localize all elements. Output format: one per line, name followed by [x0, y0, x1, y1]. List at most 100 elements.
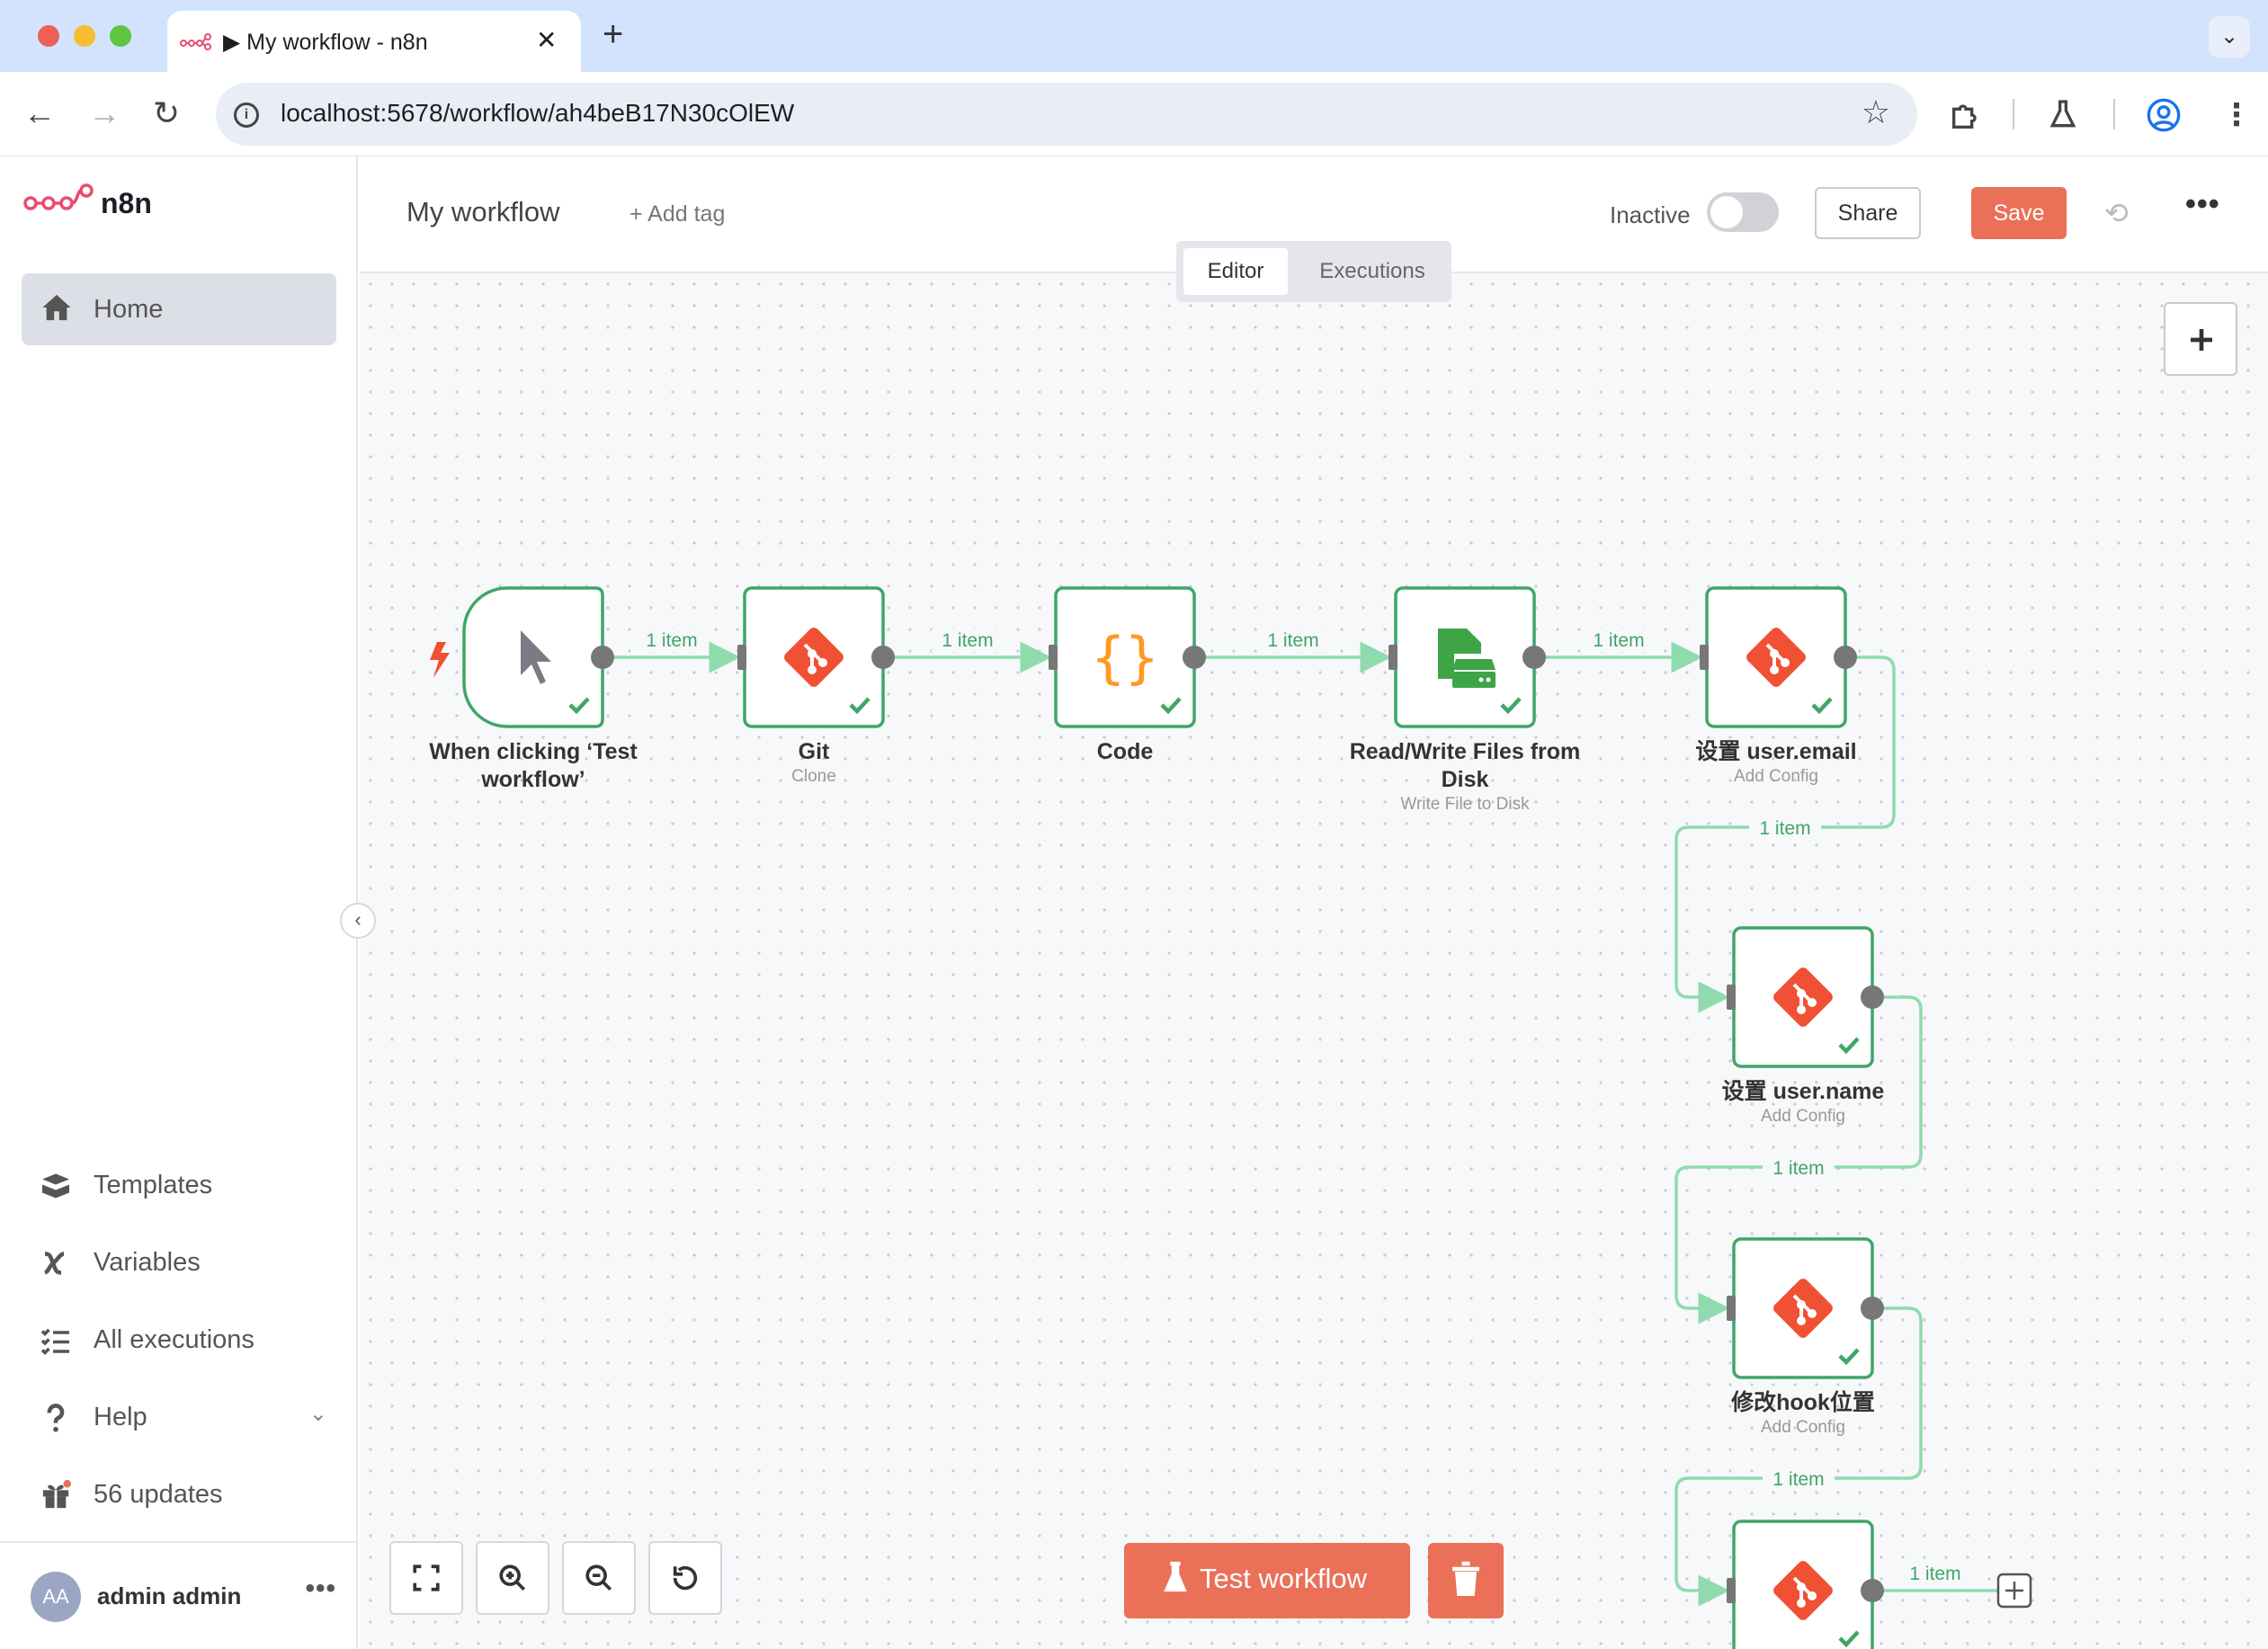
input-handle[interactable] [1049, 645, 1058, 670]
url-text[interactable]: localhost:5678/workflow/ah4beB17N30cOlEW [281, 99, 794, 128]
brand-name: n8n [101, 187, 152, 219]
output-handle[interactable] [591, 646, 614, 669]
extensions-icon[interactable] [1948, 97, 1984, 133]
reset-zoom-button[interactable] [648, 1541, 722, 1615]
add-node-button[interactable] [2164, 302, 2237, 376]
workflow-node-git-commit[interactable] [1727, 1520, 1884, 1649]
tab-editor[interactable]: Editor [1183, 248, 1288, 295]
test-workflow-button[interactable]: Test workflow [1124, 1543, 1410, 1618]
trigger-bolt-icon [430, 642, 450, 678]
connection-label: 1 item [1759, 818, 1810, 839]
node-name: Disk [1442, 767, 1489, 792]
browser-tab[interactable]: ▶ My workflow - n8n ✕ [167, 11, 581, 72]
templates-icon [42, 1173, 69, 1199]
reset-icon [673, 1565, 698, 1591]
toggle-knob [1710, 196, 1743, 228]
gift-icon [42, 1480, 71, 1509]
test-workflow-label: Test workflow [1200, 1563, 1368, 1594]
save-button[interactable]: Save [1971, 187, 2067, 239]
tab-title: ▶ My workflow - n8n [223, 30, 428, 55]
browser-menu-icon[interactable]: ⋮ [2221, 97, 2252, 133]
input-handle[interactable] [1727, 1578, 1736, 1603]
connection-label: 1 item [942, 630, 993, 651]
share-button[interactable]: Share [1815, 187, 1921, 239]
node-name: 设置 user.name [1722, 1079, 1885, 1104]
browser-tab-bar: ▶ My workflow - n8n ✕ + ⌄ [0, 0, 2268, 72]
profile-icon[interactable] [2146, 97, 2182, 133]
node-subtitle: Add Config [1734, 767, 1818, 786]
node-name: When clicking ‘Test [429, 739, 638, 764]
close-tab-icon[interactable]: ✕ [536, 25, 557, 55]
add-next-node-button[interactable] [1996, 1573, 2032, 1609]
history-icon[interactable]: ⟲ [2104, 196, 2129, 230]
clear-execution-button[interactable] [1428, 1543, 1504, 1618]
node-subtitle: Write File to Disk [1400, 795, 1530, 814]
sidebar-item-updates[interactable]: 56 updates [40, 1473, 327, 1518]
node-name: Read/Write Files from [1350, 739, 1581, 764]
bookmark-star-icon[interactable]: ☆ [1862, 94, 1890, 131]
new-tab-button[interactable]: + [603, 14, 623, 54]
output-handle[interactable] [1522, 646, 1546, 669]
forward-button[interactable]: → [88, 94, 121, 133]
output-handle[interactable] [1183, 646, 1206, 669]
sidebar-item-templates[interactable]: Templates [40, 1163, 327, 1208]
output-handle[interactable] [1861, 985, 1884, 1009]
avatar[interactable]: AA [31, 1572, 81, 1622]
back-button[interactable]: ← [23, 94, 56, 133]
workflow-node-code[interactable]: {} [1049, 586, 1206, 728]
user-menu[interactable]: AA admin admin ••• [31, 1568, 336, 1626]
sidebar-item-variables[interactable]: Variables [40, 1241, 327, 1286]
output-handle[interactable] [1861, 1579, 1884, 1602]
workflow-node-git-hook[interactable] [1727, 1237, 1884, 1379]
input-handle[interactable] [1388, 645, 1397, 670]
sidebar-item-all-executions[interactable]: All executions [40, 1318, 327, 1363]
zoom-in-button[interactable] [476, 1541, 549, 1615]
address-bar[interactable]: i localhost:5678/workflow/ah4beB17N30cOl… [216, 83, 1917, 146]
sidebar-item-home[interactable]: Home [22, 273, 336, 345]
node-name: 设置 user.email [1695, 739, 1856, 764]
collapse-sidebar-button[interactable]: ‹ [340, 903, 376, 939]
close-window-button[interactable] [38, 25, 59, 47]
connection-label: 1 item [1593, 630, 1644, 651]
sidebar-item-help[interactable]: Help ⌄ [40, 1395, 327, 1440]
active-toggle[interactable] [1707, 192, 1779, 232]
reload-button[interactable]: ↻ [153, 94, 180, 133]
output-handle[interactable] [1834, 646, 1857, 669]
workflow-node-git-clone[interactable] [737, 586, 895, 728]
fit-view-icon [413, 1564, 440, 1591]
workflow-canvas[interactable]: 1 item 1 item 1 item 1 item 1 item 1 item 1 it… [360, 273, 2268, 1649]
output-handle[interactable] [1861, 1297, 1884, 1320]
sidebar-item-label: Help [94, 1403, 147, 1431]
tab-executions[interactable]: Executions [1300, 248, 1444, 295]
input-handle[interactable] [1727, 1296, 1736, 1321]
svg-text:{}: {} [1092, 625, 1159, 691]
connection-label: 1 item [1267, 630, 1318, 651]
executions-icon [40, 1328, 69, 1356]
input-handle[interactable] [737, 645, 746, 670]
active-status-label: Inactive [1610, 201, 1691, 228]
input-handle[interactable] [1727, 985, 1736, 1010]
workflow-node-trigger[interactable] [462, 586, 614, 728]
minimize-window-button[interactable] [74, 25, 95, 47]
add-tag-button[interactable]: + Add tag [630, 201, 725, 227]
workflow-name[interactable]: My workflow [406, 196, 560, 228]
sidebar-item-label: Variables [94, 1248, 201, 1277]
user-more-icon[interactable]: ••• [305, 1573, 336, 1604]
input-handle[interactable] [1700, 645, 1709, 670]
workflow-node-git-email[interactable] [1700, 586, 1857, 728]
chevron-down-icon: ⌄ [308, 1402, 327, 1426]
labs-flask-icon[interactable] [2045, 97, 2081, 133]
zoom-to-fit-button[interactable] [389, 1541, 463, 1615]
connection-label: 1 item [1772, 1469, 1824, 1490]
zoom-out-button[interactable] [562, 1541, 636, 1615]
workflow-node-files[interactable] [1388, 586, 1546, 728]
n8n-app: n8n Home Templates Variables All executi… [0, 156, 2268, 1649]
output-handle[interactable] [871, 646, 895, 669]
connection-label: 1 item [1772, 1158, 1824, 1179]
site-info-icon[interactable]: i [234, 103, 259, 128]
workflow-node-git-name[interactable] [1727, 926, 1884, 1068]
workflow-more-icon[interactable]: ••• [2185, 187, 2220, 222]
maximize-window-button[interactable] [110, 25, 131, 47]
tab-search-button[interactable]: ⌄ [2209, 16, 2250, 58]
plus-icon [2191, 329, 2212, 351]
